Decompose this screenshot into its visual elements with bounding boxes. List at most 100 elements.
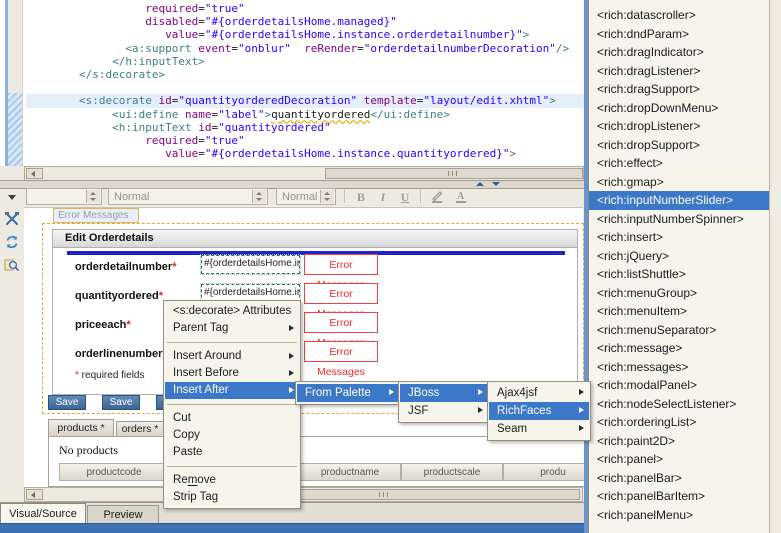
context-menu-item[interactable]: Insert After <box>165 382 299 399</box>
code-line[interactable]: value="#{orderdetailsHome.instance.order… <box>26 28 584 41</box>
highlight-color-icon[interactable] <box>428 189 446 205</box>
palette-menu-item[interactable]: <rich:panelBar> <box>589 469 769 488</box>
code-line[interactable]: disabled="#{orderdetailsHome.managed}" <box>26 15 584 28</box>
font-color-icon[interactable]: A <box>452 189 470 205</box>
edit-orderdetails-form[interactable]: Edit Orderdetails orderdetailnumber* #{o… <box>52 229 578 395</box>
tab-products[interactable]: products * <box>48 419 114 436</box>
palette-scrollbar[interactable] <box>769 0 781 533</box>
code-line[interactable]: <h:inputText id="quantityordered" <box>26 121 584 134</box>
code-line[interactable]: </s:decorate> <box>26 68 584 81</box>
submenu-item[interactable]: Seam <box>489 420 589 438</box>
context-menu-item[interactable] <box>167 466 297 467</box>
palette-menu-item[interactable]: <rich:panelMenu> <box>589 506 769 525</box>
palette-menu-item[interactable]: <rich:datascroller> <box>589 6 769 25</box>
sash-collapse-down-icon[interactable] <box>492 182 500 186</box>
combo-spinner-icon[interactable] <box>252 190 266 203</box>
context-menu-item[interactable]: <s:decorate> Attributes <box>165 303 299 320</box>
code-line[interactable]: required="true" <box>26 134 584 147</box>
code-line[interactable]: <ui:define name="label">quantityordered<… <box>26 108 584 121</box>
italic-button[interactable]: I <box>374 189 392 205</box>
context-menu-item[interactable]: Insert Around <box>165 348 299 365</box>
palette-menu-item[interactable]: <rich:inputNumberSpinner> <box>589 210 769 229</box>
font-family-combo[interactable] <box>26 188 102 205</box>
context-menu-item[interactable]: Remove <box>165 472 299 489</box>
field-input[interactable]: #{orderdetailsHome.instar <box>201 255 300 274</box>
code-line[interactable]: <s:decorate id="quantityorderedDecoratio… <box>26 94 584 107</box>
tools-icon[interactable] <box>4 211 20 227</box>
field-error-messages[interactable]: Error Messages <box>304 283 378 304</box>
code-line[interactable]: value="#{orderdetailsHome.instance.quant… <box>26 147 584 160</box>
save-button[interactable]: Save <box>102 395 140 410</box>
palette-menu-item[interactable]: <rich:paint2D> <box>589 432 769 451</box>
context-menu-item[interactable]: Paste <box>165 444 299 461</box>
scroll-left-arrow-icon[interactable] <box>26 168 43 179</box>
code-lines[interactable]: required="true" disabled="#{orderdetails… <box>26 2 584 160</box>
scroll-left-arrow-icon[interactable] <box>26 489 43 500</box>
font-size-combo[interactable]: Normal <box>276 188 336 205</box>
context-menu-item[interactable]: Parent Tag <box>165 320 299 337</box>
combo-spinner-icon[interactable] <box>86 190 100 203</box>
submenu-item[interactable]: JBoss <box>400 384 488 402</box>
tab-orders[interactable]: orders * <box>116 421 164 436</box>
palette-menu-item[interactable]: <rich:nodeSelectListener> <box>589 395 769 414</box>
underline-button[interactable]: U <box>396 189 414 205</box>
palette-menu-item[interactable]: <rich:dropDownMenu> <box>589 99 769 118</box>
palette-menu-item[interactable]: <rich:gmap> <box>589 173 769 192</box>
paragraph-style-combo[interactable]: Normal <box>108 188 268 205</box>
palette-menu-item[interactable]: <rich:orderingList> <box>589 413 769 432</box>
sash-collapse-up-icon[interactable] <box>476 182 484 186</box>
context-menu-item[interactable] <box>167 404 297 405</box>
palette-menu-item[interactable]: <rich:modalPanel> <box>589 376 769 395</box>
submenu-item[interactable]: RichFaces <box>489 402 589 420</box>
palette-menu-item[interactable]: <rich:menuGroup> <box>589 284 769 303</box>
toolbar-menu-caret-icon[interactable] <box>8 195 16 200</box>
palette-menu-item[interactable]: <rich:dragListener> <box>589 62 769 81</box>
palette-menu-item[interactable]: <rich:insert> <box>589 228 769 247</box>
table-header-cell[interactable]: productname <box>299 463 401 481</box>
palette-menu-item[interactable]: <rich:inputNumberSlider> <box>589 191 769 210</box>
palette-menu-item[interactable]: <rich:effect> <box>589 154 769 173</box>
visual-horizontal-scrollbar[interactable] <box>24 487 583 502</box>
table-header-cell[interactable]: productscale <box>401 463 503 481</box>
editor-page-tab[interactable]: Visual/Source <box>0 503 86 524</box>
palette-menu-item[interactable]: <rich:dropSupport> <box>589 136 769 155</box>
palette-menu-item[interactable]: <rich:dndParam> <box>589 25 769 44</box>
context-menu-item[interactable]: Insert Before <box>165 365 299 382</box>
editor-page-tab[interactable]: Preview <box>87 505 159 524</box>
source-horizontal-scrollbar[interactable] <box>24 166 584 181</box>
palette-menu-item[interactable]: <rich:panel> <box>589 450 769 469</box>
palette-menu-item[interactable]: <rich:panelBarItem> <box>589 487 769 506</box>
palette-menu-item[interactable]: <rich:menuItem> <box>589 302 769 321</box>
palette-menu-item[interactable]: <rich:message> <box>589 339 769 358</box>
preview-search-icon[interactable] <box>4 257 20 273</box>
combo-spinner-icon[interactable] <box>320 190 334 203</box>
bold-button[interactable]: B <box>352 189 370 205</box>
refresh-icon[interactable] <box>4 234 20 250</box>
code-line[interactable]: required="true" <box>26 2 584 15</box>
messages-component[interactable]: Error Messages <box>53 208 139 223</box>
submenu-item[interactable]: Ajax4jsf <box>489 384 589 402</box>
visual-design-canvas[interactable]: Error Messages Edit Orderdetails orderde… <box>24 207 583 488</box>
scrollbar-thumb[interactable] <box>325 168 583 179</box>
code-line[interactable]: <a:support event="onblur" reRender="orde… <box>26 42 584 55</box>
context-menu-item[interactable]: Copy <box>165 427 299 444</box>
palette-menu-item[interactable]: <rich:dragSupport> <box>589 80 769 99</box>
palette-menu-item[interactable]: <rich:menuSeparator> <box>589 321 769 340</box>
source-editor[interactable]: required="true" disabled="#{orderdetails… <box>0 0 584 166</box>
code-line[interactable]: </h:inputText> <box>26 55 584 68</box>
field-error-messages[interactable]: Error Messages <box>304 341 378 362</box>
table-header-cell[interactable]: productcode <box>59 463 169 481</box>
palette-menu-item[interactable]: <rich:messages> <box>589 358 769 377</box>
save-button[interactable]: Save <box>48 395 86 410</box>
field-error-messages[interactable]: Error Messages <box>304 312 378 333</box>
field-error-messages[interactable]: Error Messages <box>304 254 378 275</box>
context-menu-item[interactable]: Cut <box>165 410 299 427</box>
palette-menu-item[interactable]: <rich:jQuery> <box>589 247 769 266</box>
context-menu-item[interactable]: Strip Tag <box>165 489 299 506</box>
context-menu-item[interactable] <box>167 342 297 343</box>
palette-menu-item[interactable]: <rich:dropListener> <box>589 117 769 136</box>
palette-menu-item[interactable]: <rich:dragIndicator> <box>589 43 769 62</box>
submenu-item[interactable]: JSF <box>400 402 488 420</box>
code-line[interactable] <box>26 81 584 94</box>
palette-menu-item[interactable]: <rich:listShuttle> <box>589 265 769 284</box>
